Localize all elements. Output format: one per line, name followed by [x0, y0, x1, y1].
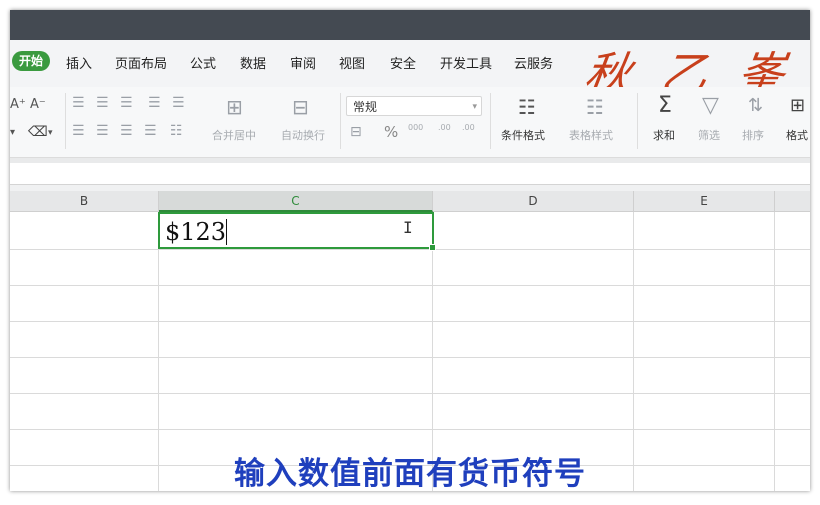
increase-decimal-icon[interactable]: .00	[438, 123, 451, 132]
column-header-d[interactable]: D	[433, 191, 634, 212]
menu-tab-page-layout[interactable]: 页面布局	[115, 53, 167, 72]
conditional-format-icon[interactable]: ☷	[518, 95, 536, 119]
spreadsheet-window: 开始 插入 页面布局 公式 数据 审阅 视图 安全 开发工具 云服务 秋 乙 峯…	[10, 10, 810, 491]
eraser-icon[interactable]: ⌫	[28, 124, 48, 140]
number-format-value: 常规	[353, 100, 378, 114]
menu-tab-start[interactable]: 开始	[12, 51, 50, 71]
column-header-f[interactable]	[775, 191, 810, 212]
text-caret	[226, 219, 227, 245]
formula-bar[interactable]	[10, 163, 810, 185]
table-style-button[interactable]: 表格样式	[569, 127, 613, 143]
menu-tab-developer[interactable]: 开发工具	[440, 53, 492, 72]
title-bar	[10, 10, 810, 40]
chevron-down-icon: ▾	[472, 102, 477, 112]
align-justify-icon[interactable]: ☰	[144, 123, 157, 139]
format-icon[interactable]: ⊞	[790, 95, 805, 116]
menu-tab-security[interactable]: 安全	[390, 53, 416, 72]
indent-increase-icon[interactable]: ☰	[172, 95, 185, 111]
menu-bar: 开始 插入 页面布局 公式 数据 审阅 视图 安全 开发工具 云服务 秋 乙 峯	[10, 40, 810, 101]
active-cell-c[interactable]: $123	[158, 212, 436, 251]
filter-button[interactable]: 筛选	[698, 127, 720, 143]
indent-decrease-icon[interactable]: ☰	[148, 95, 161, 111]
font-increase-icon[interactable]: A⁺	[10, 97, 26, 112]
sum-icon[interactable]: Σ	[658, 93, 672, 118]
wrap-text-button[interactable]: 自动换行	[281, 127, 325, 143]
align-center-icon[interactable]: ☰	[96, 123, 109, 139]
number-format-select[interactable]: 常规 ▾	[346, 96, 482, 116]
align-middle-icon[interactable]: ☰	[96, 95, 109, 111]
align-top-icon[interactable]: ☰	[72, 95, 85, 111]
sum-button[interactable]: 求和	[653, 127, 675, 143]
sort-icon[interactable]: ⇅	[748, 95, 763, 116]
filter-icon[interactable]: ▽	[702, 93, 719, 118]
format-button[interactable]: 格式	[786, 127, 808, 143]
menu-tab-formulas[interactable]: 公式	[190, 53, 216, 72]
column-header-c[interactable]: C	[159, 191, 433, 212]
eraser-dropdown-icon[interactable]: ▾	[48, 128, 53, 138]
wrap-text-icon[interactable]: ⊟	[292, 95, 309, 119]
align-right-icon[interactable]: ☰	[120, 123, 133, 139]
sort-button[interactable]: 排序	[742, 127, 764, 143]
column-header-b[interactable]: B	[10, 191, 159, 212]
conditional-format-button[interactable]: 条件格式	[501, 127, 545, 143]
merge-center-icon[interactable]: ⊞	[226, 95, 243, 119]
fill-handle[interactable]	[429, 244, 436, 251]
table-style-icon[interactable]: ☷	[586, 95, 604, 119]
currency-format-icon[interactable]: ⊟	[350, 124, 362, 140]
menu-tab-review[interactable]: 审阅	[290, 53, 316, 72]
align-bottom-icon[interactable]: ☰	[120, 95, 133, 111]
menu-tab-insert[interactable]: 插入	[66, 53, 92, 72]
video-caption: 输入数值前面有货币符号	[234, 456, 586, 492]
merge-center-button[interactable]: 合并居中	[212, 127, 256, 143]
distribute-icon[interactable]: ☷	[170, 123, 183, 139]
percent-icon[interactable]: %	[384, 123, 398, 141]
menu-tab-data[interactable]: 数据	[240, 53, 266, 72]
text-cursor-icon: I	[403, 218, 413, 237]
cell-value: $123	[165, 218, 227, 246]
decrease-decimal-icon[interactable]: .00	[462, 123, 475, 132]
align-left-icon[interactable]: ☰	[72, 123, 85, 139]
thousands-separator-icon[interactable]: 000	[408, 123, 423, 132]
column-header-e[interactable]: E	[634, 191, 775, 212]
ribbon-toolbar: A⁺ A⁻ ▾ ⌫ ▾ ☰ ☰ ☰ ☰ ☰ ☰ ☰ ☰ ☰ ☷ ⊞ 合并居中 ⊟…	[10, 87, 810, 158]
menu-tab-view[interactable]: 视图	[339, 53, 365, 72]
underline-dropdown-icon[interactable]: ▾	[10, 127, 15, 138]
font-decrease-icon[interactable]: A⁻	[30, 97, 46, 112]
menu-tab-cloud[interactable]: 云服务	[514, 53, 553, 72]
